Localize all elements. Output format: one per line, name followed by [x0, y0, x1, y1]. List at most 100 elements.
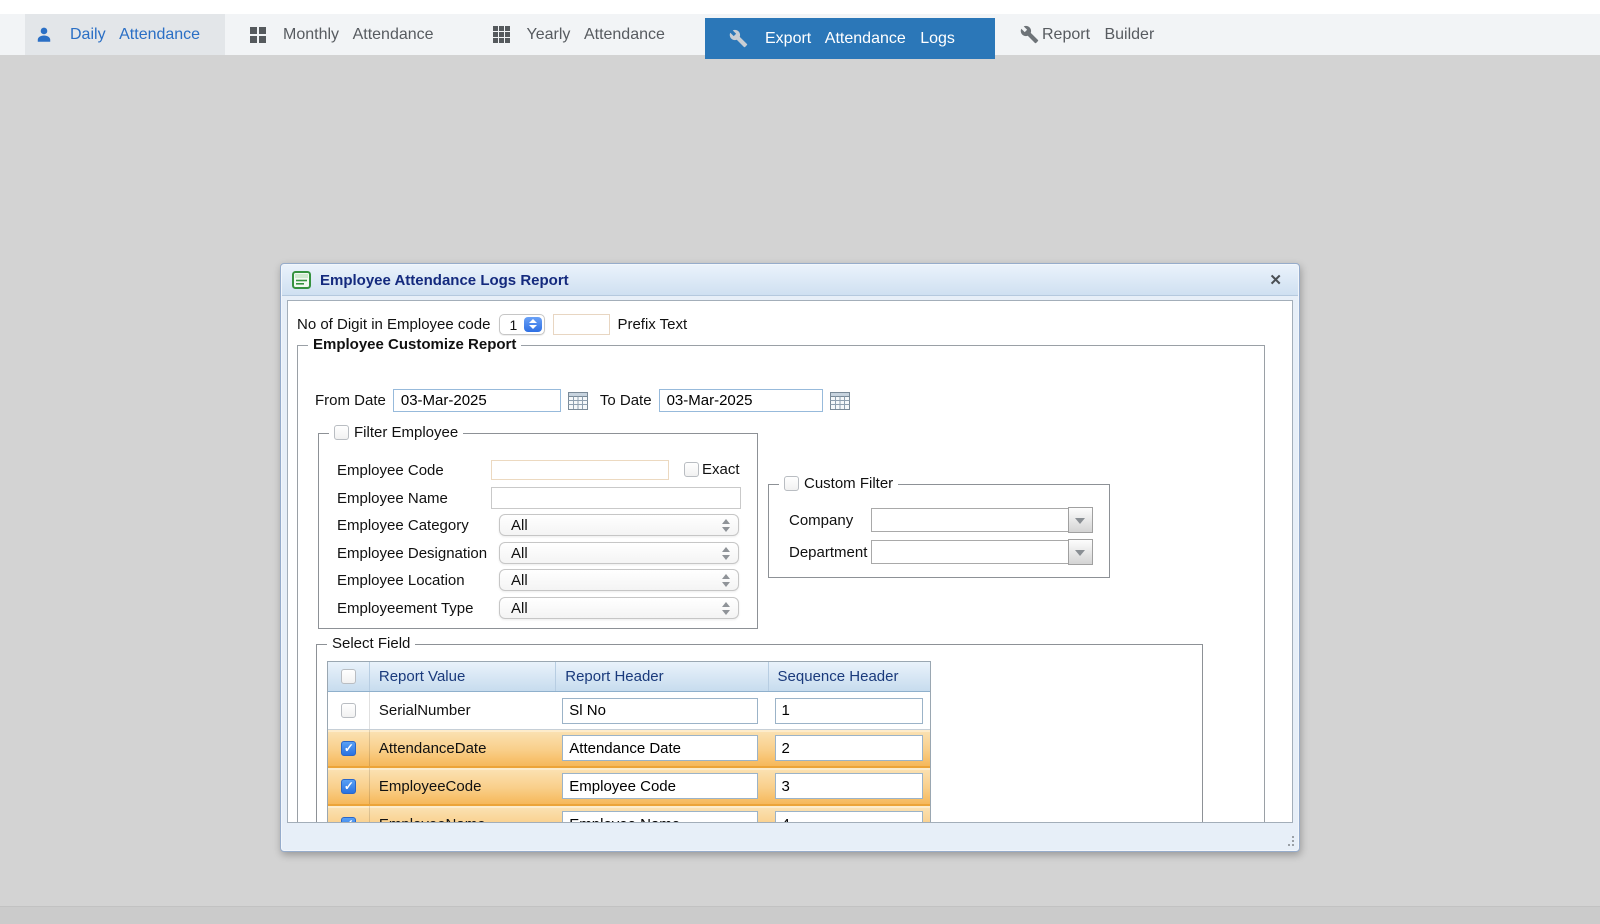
customize-legend: Employee Customize Report: [308, 336, 521, 353]
employee-designation-select[interactable]: All: [499, 542, 739, 564]
prefix-text-input[interactable]: [553, 314, 610, 335]
employee-attendance-logs-dialog: Employee Attendance Logs Report ✕ No of …: [280, 263, 1300, 852]
department-row: Department: [789, 539, 1093, 565]
prefix-text-label: Prefix Text: [617, 316, 687, 333]
from-date-label: From Date: [315, 392, 386, 409]
employee-name-input[interactable]: [491, 487, 741, 509]
nav-item-yearly-attendance[interactable]: Yearly Attendance: [493, 14, 665, 55]
wrench-icon: [729, 29, 748, 48]
custom-filter-fieldset: Custom Filter Company Department: [768, 484, 1110, 578]
employee-name-label: Employee Name: [337, 490, 491, 507]
nav-label: Export Attendance Logs: [765, 30, 955, 48]
nav-label: Yearly Attendance: [527, 26, 665, 44]
filter-employee-fieldset: Filter Employee Employee Code Exact Empl…: [318, 433, 758, 629]
chevron-updown-icon: [722, 574, 730, 588]
dialog-titlebar[interactable]: Employee Attendance Logs Report ✕: [282, 265, 1298, 296]
table-row: AttendanceDate: [328, 730, 930, 768]
select-field-legend: Select Field: [327, 635, 415, 652]
nav-item-daily-attendance[interactable]: Daily Attendance: [25, 14, 225, 55]
report-document-icon: [292, 271, 311, 289]
window-top-strip: [0, 0, 1600, 14]
close-icon[interactable]: ✕: [1263, 271, 1288, 289]
sequence-header-input[interactable]: [775, 811, 923, 823]
exact-checkbox[interactable]: [684, 462, 699, 477]
row-checkbox[interactable]: [341, 703, 356, 718]
nav-item-monthly-attendance[interactable]: Monthly Attendance: [250, 14, 434, 55]
stepper-updown-icon[interactable]: [524, 317, 542, 332]
digit-count-value: 1: [509, 317, 517, 333]
employee-location-select[interactable]: All: [499, 569, 739, 591]
employee-category-row: Employee Category All: [337, 514, 739, 536]
exact-option: Exact: [684, 461, 740, 478]
digit-config-row: No of Digit in Employee code 1 Prefix Te…: [297, 313, 687, 335]
dialog-title: Employee Attendance Logs Report: [320, 272, 569, 289]
digit-count-label: No of Digit in Employee code: [297, 316, 490, 333]
digit-count-stepper[interactable]: 1: [499, 314, 545, 335]
nav-label: Daily Attendance: [70, 26, 200, 44]
sequence-header-input[interactable]: [775, 698, 923, 724]
report-header-input[interactable]: [562, 735, 758, 761]
from-date-input[interactable]: [393, 389, 561, 412]
report-value-cell: SerialNumber: [370, 702, 556, 719]
table-row: SerialNumber: [328, 692, 930, 730]
report-value-cell: EmployeeName: [370, 816, 556, 824]
row-checkbox[interactable]: [341, 741, 356, 756]
person-icon: [35, 26, 53, 44]
department-label: Department: [789, 544, 871, 561]
employment-type-select[interactable]: All: [499, 597, 739, 619]
employee-customize-report-fieldset: Employee Customize Report From Date To D…: [297, 345, 1265, 823]
employment-type-row: Employeement Type All: [337, 597, 739, 619]
custom-filter-legend: Custom Filter: [804, 475, 893, 492]
custom-filter-checkbox[interactable]: [784, 476, 799, 491]
filter-employee-legend: Filter Employee: [354, 424, 458, 441]
calendar-icon[interactable]: [830, 391, 850, 410]
resize-grip[interactable]: [1282, 834, 1294, 846]
chevron-updown-icon: [722, 547, 730, 561]
calendar-icon[interactable]: [568, 391, 588, 410]
table-row: EmployeeName: [328, 806, 930, 823]
employee-location-row: Employee Location All: [337, 569, 739, 591]
filter-employee-checkbox[interactable]: [334, 425, 349, 440]
grid-3x3-icon: [493, 26, 510, 43]
chevron-updown-icon: [722, 519, 730, 533]
window-bottom-band: [0, 906, 1600, 924]
nav-label: Report Builder: [1042, 26, 1154, 44]
company-row: Company: [789, 507, 1093, 533]
nav-label: Monthly Attendance: [283, 26, 434, 44]
employee-code-row: Employee Code: [337, 459, 669, 481]
employee-category-label: Employee Category: [337, 517, 491, 534]
row-checkbox[interactable]: [341, 817, 356, 824]
to-date-input[interactable]: [659, 389, 823, 412]
nav-item-export-attendance-logs[interactable]: Export Attendance Logs: [705, 18, 995, 59]
nav-item-report-builder[interactable]: Report Builder: [1020, 14, 1154, 55]
employee-location-label: Employee Location: [337, 572, 491, 589]
select-field-table: Report Value Report Header Sequence Head…: [327, 661, 931, 823]
row-checkbox[interactable]: [341, 779, 356, 794]
employee-name-row: Employee Name: [337, 487, 741, 509]
sequence-header-input[interactable]: [775, 773, 923, 799]
dialog-content: No of Digit in Employee code 1 Prefix Te…: [287, 300, 1293, 823]
employee-designation-label: Employee Designation: [337, 545, 491, 562]
sequence-header-input[interactable]: [775, 735, 923, 761]
company-dropdown-button[interactable]: [1068, 507, 1093, 533]
employee-code-input[interactable]: [491, 460, 669, 480]
grid-2x2-icon: [250, 27, 266, 43]
employee-code-label: Employee Code: [337, 462, 491, 479]
table-row: EmployeeCode: [328, 768, 930, 806]
to-date-label: To Date: [600, 392, 652, 409]
report-header-input[interactable]: [562, 773, 758, 799]
column-header-report-header: Report Header: [556, 662, 768, 691]
screen: Daily Attendance Monthly Attendance Year…: [0, 0, 1600, 924]
select-all-checkbox[interactable]: [341, 669, 356, 684]
department-input[interactable]: [871, 540, 1069, 564]
report-value-cell: EmployeeCode: [370, 778, 556, 795]
report-header-input[interactable]: [562, 698, 758, 724]
employee-category-select[interactable]: All: [499, 514, 739, 536]
company-label: Company: [789, 512, 871, 529]
company-input[interactable]: [871, 508, 1069, 532]
report-header-input[interactable]: [562, 811, 758, 823]
date-range-row: From Date To Date: [315, 388, 850, 412]
report-value-cell: AttendanceDate: [370, 740, 556, 757]
wrench-icon: [1020, 25, 1039, 44]
department-dropdown-button[interactable]: [1068, 539, 1093, 565]
